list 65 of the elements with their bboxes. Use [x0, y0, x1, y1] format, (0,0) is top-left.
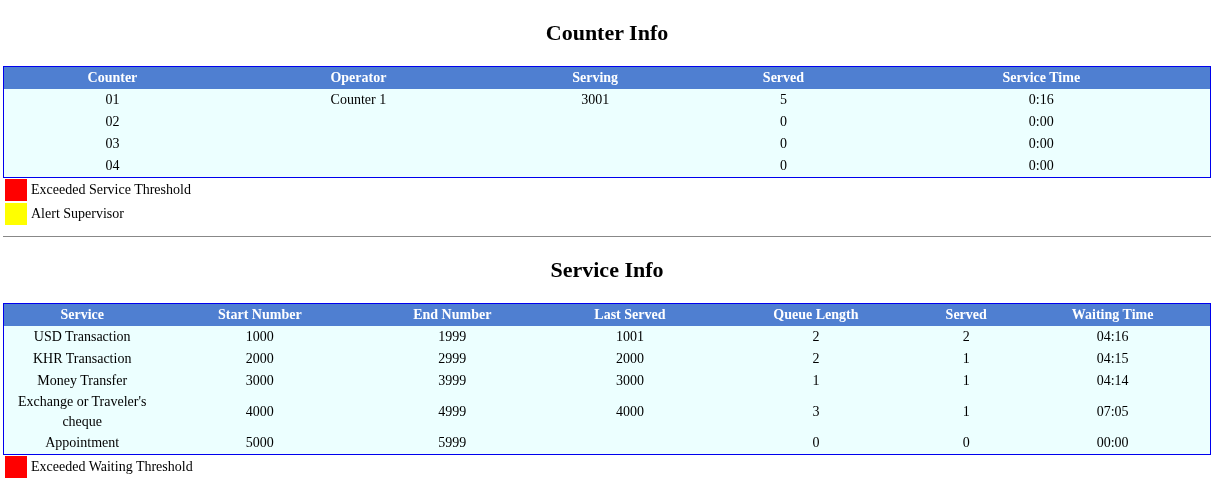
table-cell: 2000 — [160, 348, 360, 370]
table-cell: 5 — [694, 89, 873, 111]
table-cell: 0:00 — [872, 133, 1211, 155]
column-header: Served — [917, 303, 1016, 326]
table-cell: 3001 — [495, 89, 695, 111]
column-header: Operator — [220, 66, 496, 89]
table-cell: 00:00 — [1015, 432, 1211, 455]
table-cell: 0:00 — [872, 155, 1211, 178]
column-header: Serving — [495, 66, 695, 89]
table-cell: 2999 — [359, 348, 546, 370]
column-header: Waiting Time — [1015, 303, 1211, 326]
column-header: Queue Length — [714, 303, 918, 326]
table-cell: 5000 — [160, 432, 360, 455]
column-header: Service — [3, 303, 161, 326]
table-cell: 3999 — [359, 370, 546, 392]
column-header: Served — [694, 66, 873, 89]
table-cell: 1 — [714, 370, 918, 392]
table-cell: 0:00 — [872, 111, 1211, 133]
table-cell: Counter 1 — [220, 89, 496, 111]
table-cell: 04:15 — [1015, 348, 1211, 370]
legend-label: Alert Supervisor — [31, 206, 124, 222]
table-cell: Money Transfer — [3, 370, 161, 392]
table-cell: 02 — [3, 111, 221, 133]
column-header: Last Served — [545, 303, 715, 326]
column-header: End Number — [359, 303, 546, 326]
table-cell: 0 — [694, 133, 873, 155]
table-cell: 3 — [714, 392, 918, 432]
table-cell: 2 — [917, 326, 1016, 348]
table-cell: 4000 — [545, 392, 715, 432]
table-cell: 0 — [714, 432, 918, 455]
table-cell: 1000 — [160, 326, 360, 348]
section-title: Counter Info — [544, 19, 670, 47]
table-cell: 2000 — [545, 348, 715, 370]
table-cell: 03 — [3, 133, 221, 155]
table-cell: 5999 — [359, 432, 546, 455]
table-cell: Exchange or Traveler's cheque — [3, 392, 161, 432]
table-cell: 04 — [3, 155, 221, 178]
table-cell: KHR Transaction — [3, 348, 161, 370]
table-cell: USD Transaction — [3, 326, 161, 348]
table-cell: 1001 — [545, 326, 715, 348]
table-cell: 04:14 — [1015, 370, 1211, 392]
legend-label: Exceeded Service Threshold — [31, 182, 191, 198]
table-cell: 0:16 — [872, 89, 1211, 111]
column-header: Service Time — [872, 66, 1211, 89]
table-cell: 4000 — [160, 392, 360, 432]
table-cell: 3000 — [160, 370, 360, 392]
table-cell: 2 — [714, 348, 918, 370]
section-title: Service Info — [549, 256, 665, 284]
table-cell: Appointment — [3, 432, 161, 455]
table-cell: 1 — [917, 348, 1016, 370]
table-cell: 4999 — [359, 392, 546, 432]
column-header: Start Number — [160, 303, 360, 326]
table-cell: 1 — [917, 392, 1016, 432]
table-cell: 0 — [694, 155, 873, 178]
table-cell: 04:16 — [1015, 326, 1211, 348]
table-cell: 1 — [917, 370, 1016, 392]
table-cell: 2 — [714, 326, 918, 348]
column-header: Counter — [3, 66, 221, 89]
table-cell: 01 — [3, 89, 221, 111]
table-cell: 0 — [694, 111, 873, 133]
table-cell: 0 — [917, 432, 1016, 455]
table-cell: 07:05 — [1015, 392, 1211, 432]
table-cell: 1999 — [359, 326, 546, 348]
legend-label: Exceeded Waiting Threshold — [31, 459, 193, 475]
table-cell: 3000 — [545, 370, 715, 392]
